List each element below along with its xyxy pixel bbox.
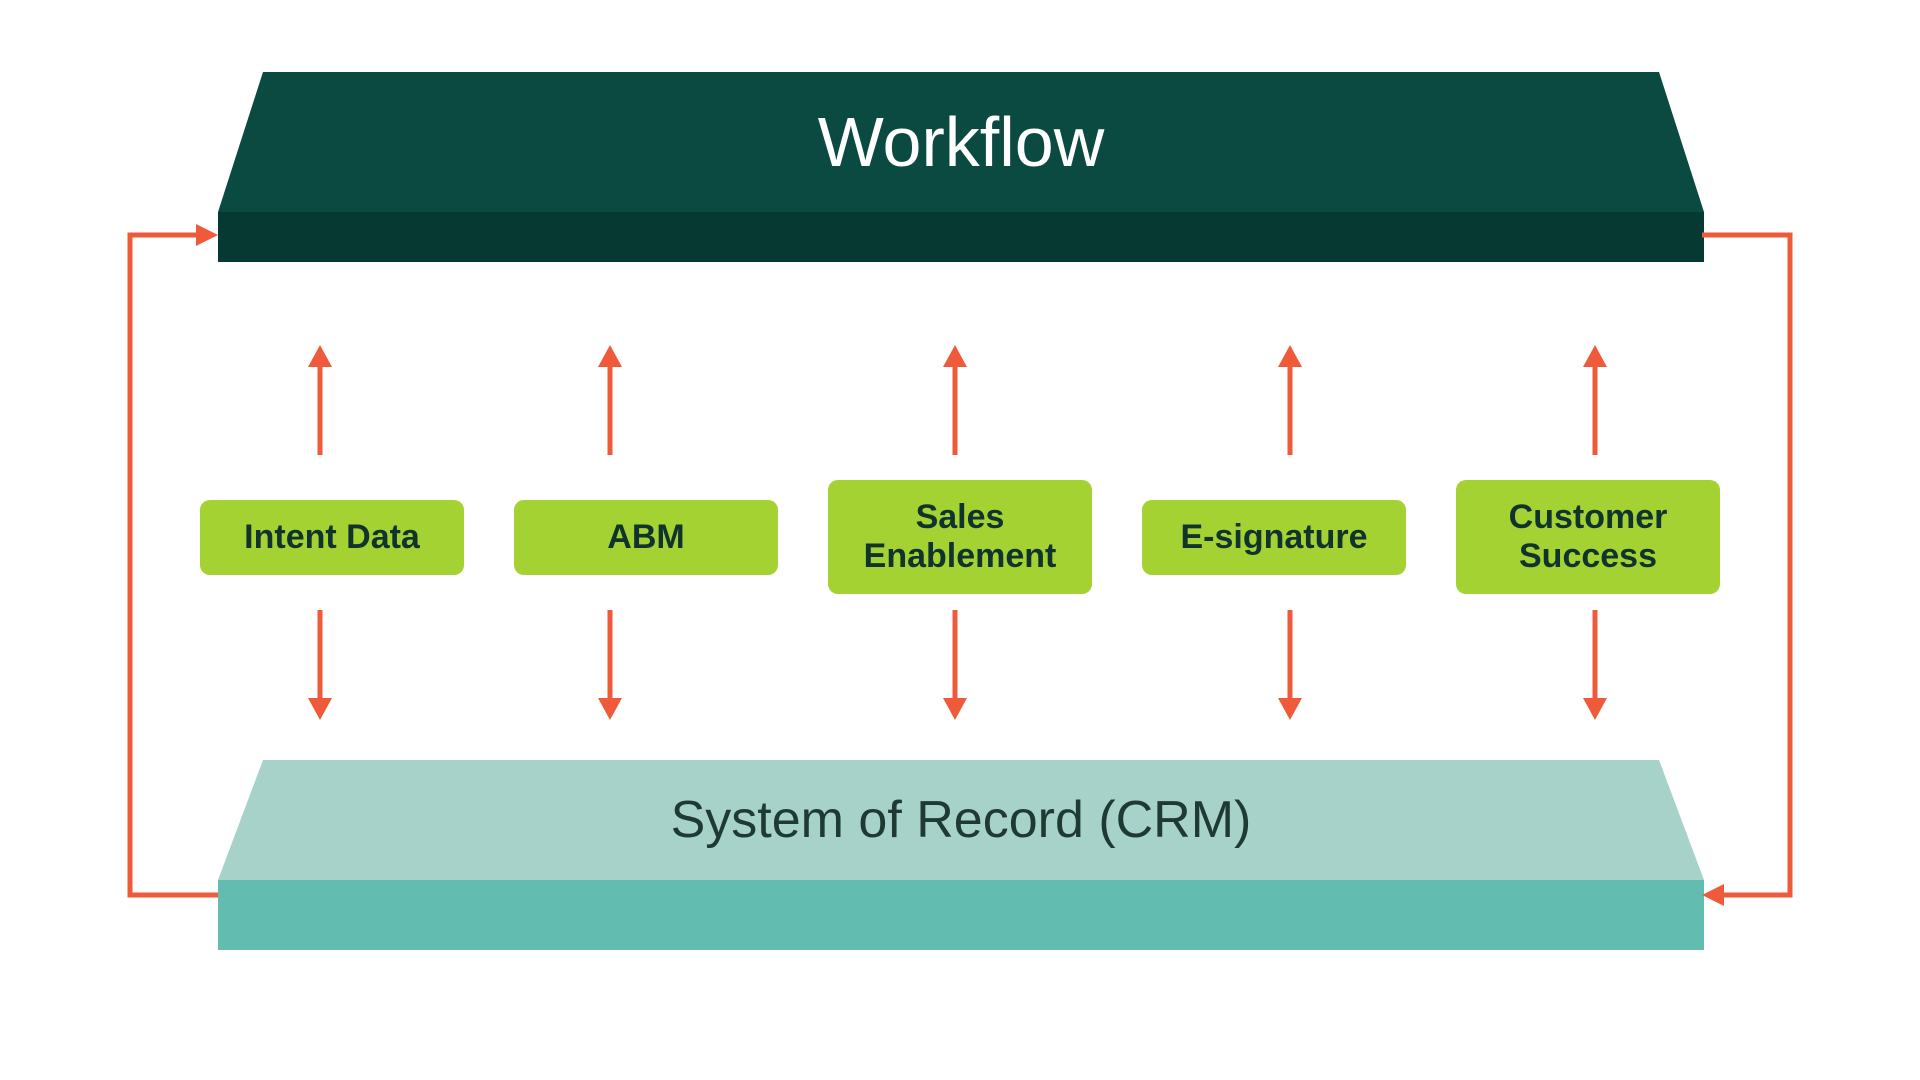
arrow-up-icon [935,345,975,455]
arrow-down-icon [1270,610,1310,720]
category-sales-enablement: SalesEnablement [828,480,1092,594]
crm-slab-side-face [218,880,1704,950]
diagram-stage: Workflow System of Record (CRM) Intent D… [0,0,1920,1080]
category-esignature: E-signature [1142,500,1406,575]
crm-label: System of Record (CRM) [218,760,1704,880]
arrow-down-icon [590,610,630,720]
arrow-down-icon [300,610,340,720]
arrow-down-icon [935,610,975,720]
category-row: Intent Data ABM SalesEnablement E-signat… [200,480,1720,594]
feedback-arrow-right-icon [1690,215,1830,915]
category-abm: ABM [514,500,778,575]
arrow-up-icon [590,345,630,455]
arrow-down-icon [1575,610,1615,720]
workflow-slab: Workflow [218,72,1704,262]
arrow-up-icon [1575,345,1615,455]
workflow-label: Workflow [218,72,1704,212]
category-customer-success: CustomerSuccess [1456,480,1720,594]
workflow-slab-side-face [218,212,1704,262]
crm-slab: System of Record (CRM) [218,760,1704,950]
feedback-arrow-left-icon [90,215,230,915]
arrow-up-icon [1270,345,1310,455]
category-intent-data: Intent Data [200,500,464,575]
arrow-up-icon [300,345,340,455]
